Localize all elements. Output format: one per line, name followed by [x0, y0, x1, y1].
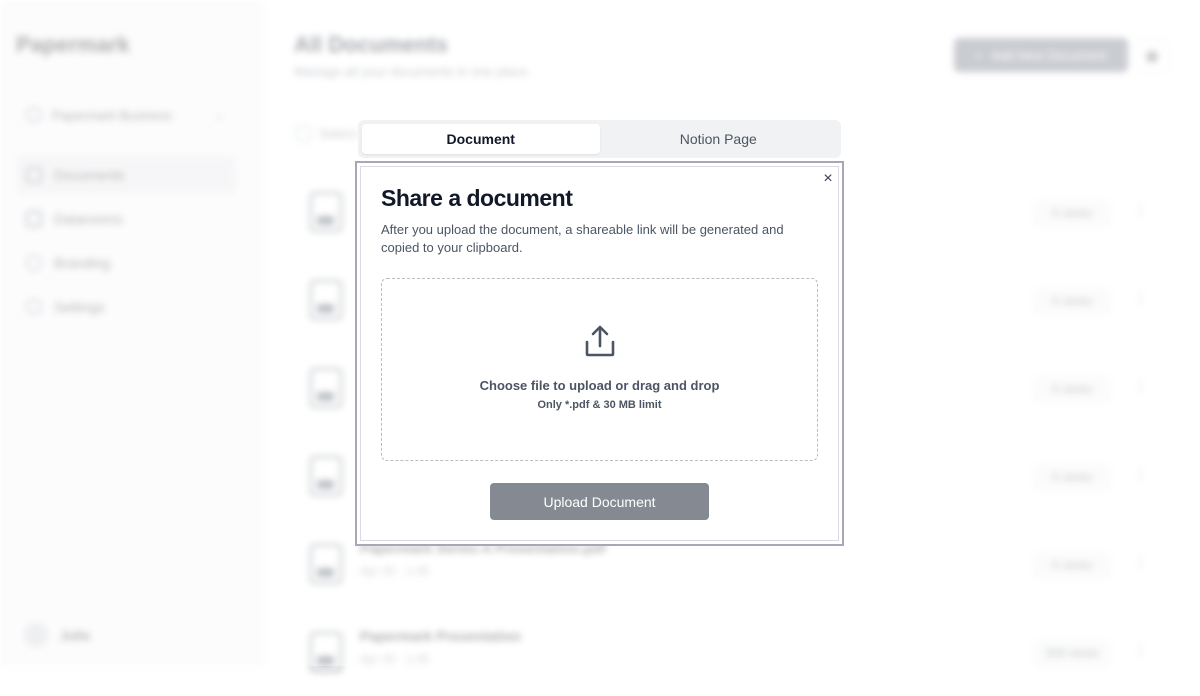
upload-icon [585, 325, 615, 357]
file-dropzone[interactable]: Choose file to upload or drag and drop O… [381, 278, 818, 461]
upload-type-tabs: Document Notion Page [358, 120, 841, 158]
upload-document-button[interactable]: Upload Document [490, 483, 709, 520]
dialog-description: After you upload the document, a shareab… [381, 222, 784, 255]
share-document-dialog: × Share a document After you upload the … [355, 161, 844, 546]
dialog-title: Share a document [381, 185, 573, 211]
tab-document[interactable]: Document [362, 124, 600, 154]
tab-notion-page[interactable]: Notion Page [600, 124, 838, 154]
dropzone-instruction: Choose file to upload or drag and drop [479, 378, 720, 393]
dropzone-limit: Only *.pdf & 30 MB limit [537, 399, 662, 411]
close-icon[interactable]: × [821, 171, 835, 187]
